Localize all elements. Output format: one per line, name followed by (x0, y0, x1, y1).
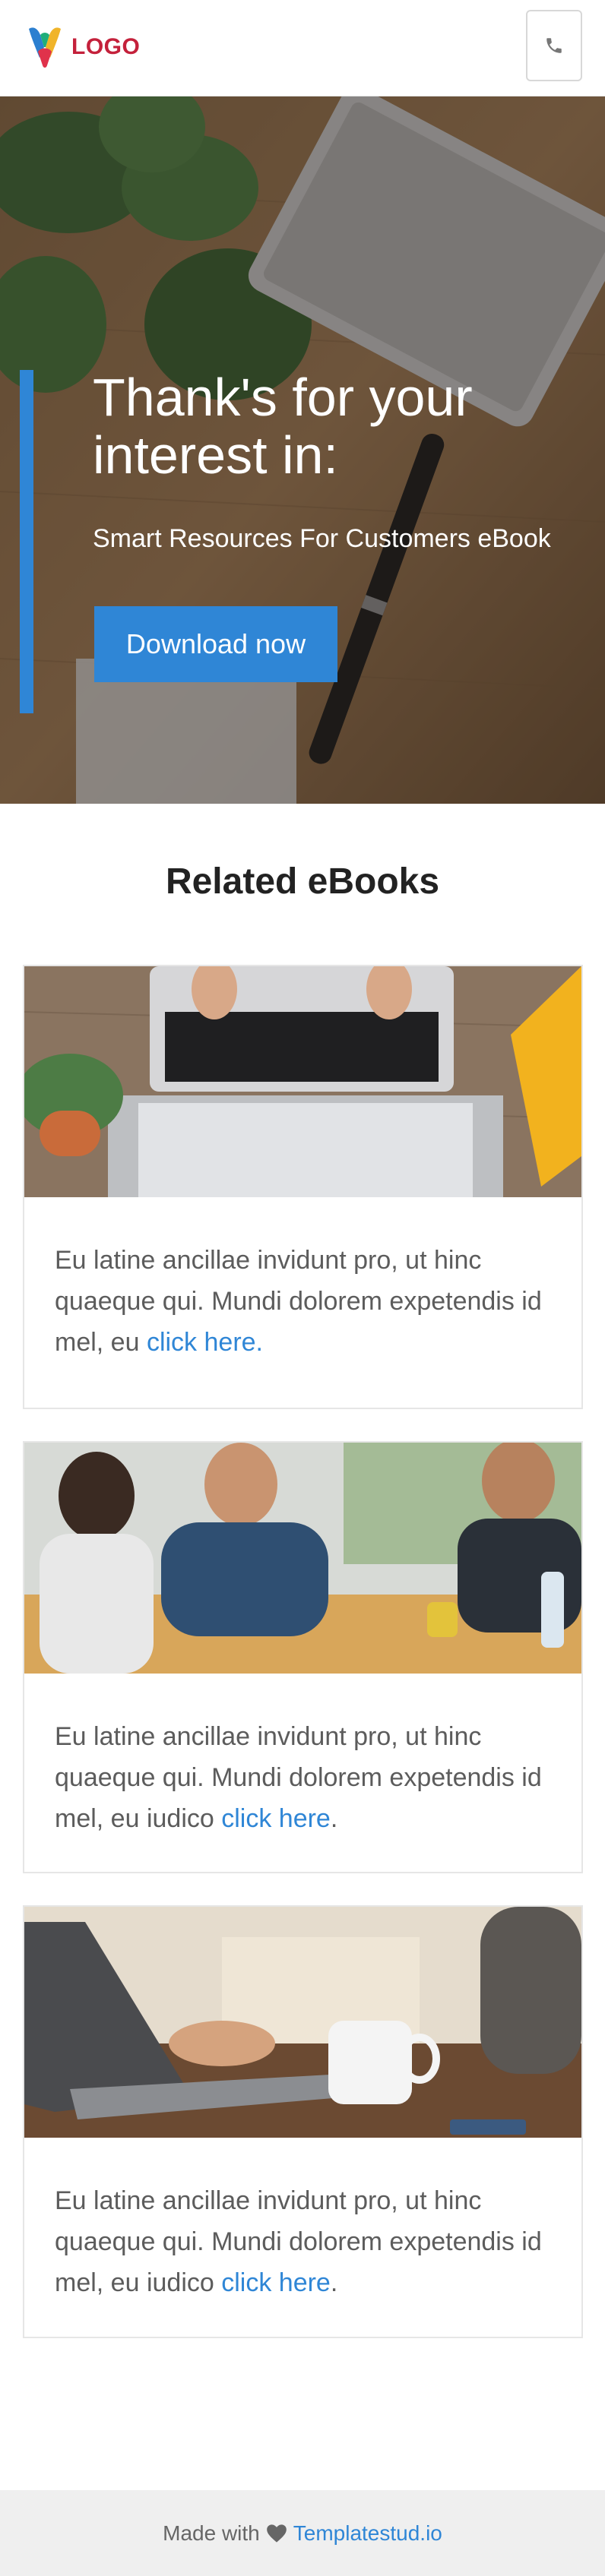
hero-title: Thank's for your interest in: (93, 368, 473, 485)
hero-section: Thank's for your interest in: Smart Reso… (0, 96, 605, 804)
logo-icon (29, 27, 61, 68)
ebook-card: Eu latine ancillae invidunt pro, ut hinc… (23, 1441, 583, 1873)
click-here-link[interactable]: click here (221, 2268, 331, 2297)
heart-icon (266, 2524, 287, 2543)
download-now-button[interactable]: Download now (94, 606, 337, 682)
ebook-card: Eu latine ancillae invidunt pro, ut hinc… (23, 1905, 583, 2338)
hero-subtitle: Smart Resources For Customers eBook (93, 524, 551, 553)
site-footer: Made with Templatestud.io (0, 2490, 605, 2576)
click-here-link[interactable]: click here. (147, 1328, 263, 1357)
hero-accent-bar (20, 370, 33, 713)
ebook-card-image-meeting (24, 1443, 581, 1674)
ebook-card-text: Eu latine ancillae invidunt pro, ut hinc… (55, 2186, 542, 2297)
ebook-card-text: Eu latine ancillae invidunt pro, ut hinc… (55, 1246, 542, 1357)
related-ebooks-title: Related eBooks (165, 861, 440, 902)
logo[interactable]: LOGO (26, 23, 140, 71)
ebook-card: Eu latine ancillae invidunt pro, ut hinc… (23, 965, 583, 1409)
made-with-text: Made with (163, 2521, 260, 2545)
phone-icon (546, 38, 562, 53)
site-header: LOGO (0, 0, 605, 96)
ebook-card-image-coffee (24, 1907, 581, 2138)
logo-text: LOGO (71, 34, 141, 59)
templatestudio-link[interactable]: Templatestud.io (293, 2521, 442, 2546)
ebook-card-image-laptop (24, 966, 581, 1197)
phone-button[interactable] (526, 10, 582, 81)
ebook-card-text: Eu latine ancillae invidunt pro, ut hinc… (55, 1722, 542, 1833)
click-here-link[interactable]: click here (221, 1804, 331, 1833)
